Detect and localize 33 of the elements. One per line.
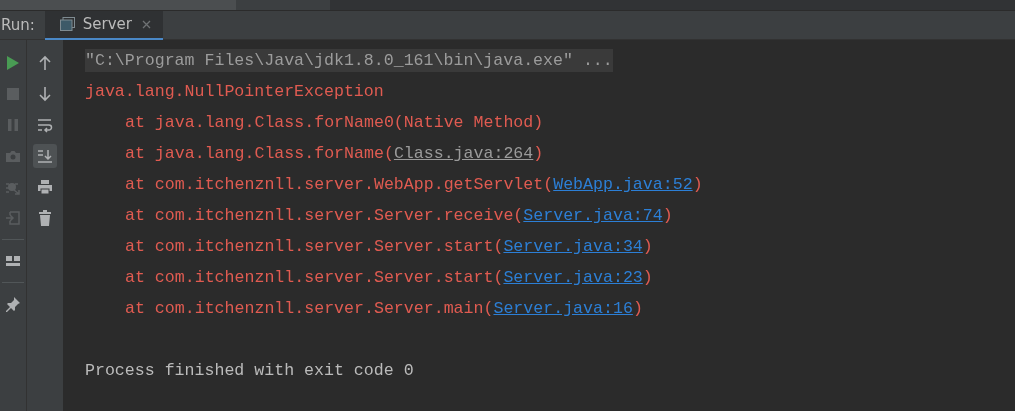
source-link[interactable]: WebApp.java:52 [553,175,693,194]
stack-frame-text: at com.itchenznll.server.Server.main( [125,299,494,318]
close-icon[interactable] [142,19,152,29]
run-tab[interactable]: Server [44,10,164,40]
stack-frame-text: ) [642,237,653,256]
stack-frame-text: at com.itchenznll.server.Server.start( [125,237,504,256]
stack-frame-text: ) [692,175,703,194]
exit-message: Process finished with exit code 0 [85,361,414,380]
layout-icon[interactable] [5,253,21,269]
stack-frame-text: at com.itchenznll.server.WebApp.getServlet( [125,175,554,194]
stack-frame-text: ) [533,144,544,163]
down-arrow-icon[interactable] [37,86,53,102]
source-link[interactable]: Server.java:34 [503,237,643,256]
stack-frame-text: ) [662,206,673,225]
up-arrow-icon[interactable] [37,55,53,71]
source-link[interactable]: Server.java:23 [503,268,643,287]
stack-frame-text: ) [632,299,643,318]
pin-icon[interactable] [5,296,21,312]
source-link[interactable]: Server.java:16 [493,299,633,318]
soft-wrap-icon[interactable] [37,117,53,133]
play-icon[interactable] [5,55,21,71]
stack-frame-text: at java.lang.Class.forName( [125,144,394,163]
stack-frame-text: ) [642,268,653,287]
stack-frame-text: at com.itchenznll.server.Server.start( [125,268,504,287]
source-link[interactable]: Class.java:264 [393,144,534,163]
run-label: Run: [1,16,36,34]
printer-icon[interactable] [37,179,53,195]
console-window-icon [59,17,75,31]
exception-text: java.lang.NullPointerException [85,82,384,101]
stack-frame-text: at java.lang.Class.forName0(Native Method) [125,113,544,132]
source-link[interactable]: Server.java:74 [523,206,663,225]
stack-frame-text: at com.itchenznll.server.Server.receive( [125,206,524,225]
trash-icon[interactable] [37,210,53,226]
